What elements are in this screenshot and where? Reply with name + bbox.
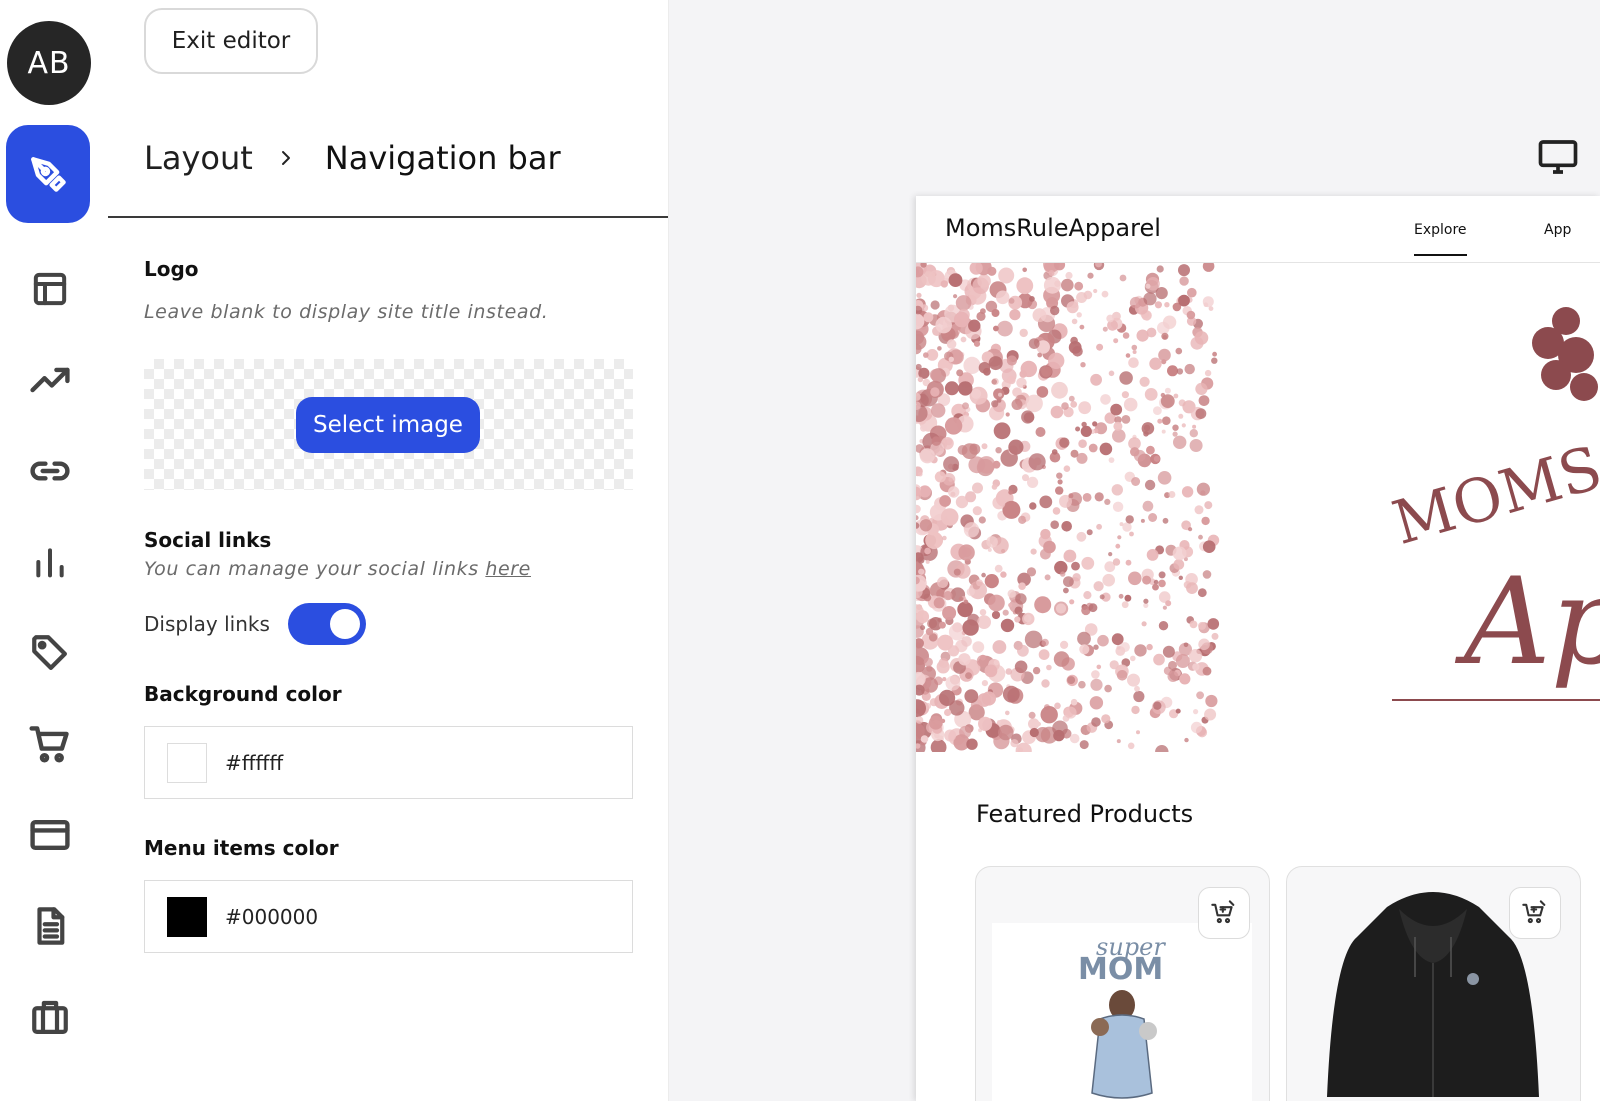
hero-text-ap: Ap bbox=[1454, 553, 1600, 692]
left-rail: AB bbox=[0, 0, 109, 1101]
add-to-cart-button[interactable] bbox=[1198, 887, 1250, 939]
link-icon bbox=[30, 461, 70, 481]
avatar[interactable]: AB bbox=[7, 21, 91, 105]
display-links-row: Display links bbox=[144, 602, 366, 646]
tag-icon bbox=[32, 635, 67, 670]
social-links-label: Social links bbox=[144, 528, 272, 552]
menu-items-color-swatch[interactable] bbox=[167, 896, 207, 937]
bar-chart-icon bbox=[36, 548, 64, 578]
desktop-preview-icon[interactable] bbox=[1538, 137, 1578, 177]
brand-logo-artwork: MOMS Ap bbox=[1385, 307, 1600, 701]
background-color-field[interactable]: #ffffff bbox=[144, 726, 633, 799]
background-color-label: Background color bbox=[144, 682, 342, 706]
editor-panel: Exit editor Layout Navigation bar Logo L… bbox=[108, 0, 669, 1101]
briefcase-icon bbox=[32, 1000, 68, 1034]
document-icon bbox=[37, 907, 65, 945]
logo-label: Logo bbox=[144, 257, 199, 281]
art-text-mom: MOM bbox=[1078, 952, 1163, 987]
rail-item-tags[interactable] bbox=[24, 627, 76, 679]
breadcrumb-layout[interactable]: Layout bbox=[144, 139, 253, 177]
display-links-label: Display links bbox=[144, 612, 270, 636]
rail-item-stats[interactable] bbox=[24, 536, 76, 588]
rail-item-design[interactable] bbox=[6, 125, 90, 223]
avatar-initials: AB bbox=[27, 45, 71, 81]
rail-item-payments[interactable] bbox=[24, 809, 76, 861]
featured-products-heading: Featured Products bbox=[976, 800, 1194, 828]
add-to-cart-button[interactable] bbox=[1509, 887, 1561, 939]
rail-item-cart[interactable] bbox=[24, 718, 76, 770]
hero-text-moms: MOMS bbox=[1385, 433, 1600, 559]
background-color-value: #ffffff bbox=[225, 750, 284, 775]
rail-item-pages[interactable] bbox=[24, 900, 76, 952]
panel-divider bbox=[108, 216, 668, 218]
rail-item-links[interactable] bbox=[24, 445, 76, 497]
menu-items-color-label: Menu items color bbox=[144, 836, 339, 860]
toggle-knob bbox=[329, 609, 360, 639]
breadcrumb-navigation-bar: Navigation bar bbox=[324, 139, 561, 177]
trending-up-icon bbox=[30, 367, 70, 393]
preview-navbar: MomsRuleApparel Explore App bbox=[916, 196, 1600, 263]
logo-hint: Leave blank to display site title instea… bbox=[144, 301, 549, 323]
rail-item-business[interactable] bbox=[24, 991, 76, 1043]
preview-site-title[interactable]: MomsRuleApparel bbox=[945, 214, 1161, 242]
display-links-toggle[interactable] bbox=[287, 603, 366, 645]
social-links-hint-text: You can manage your social links bbox=[144, 558, 479, 580]
rail-item-analytics[interactable] bbox=[24, 354, 76, 406]
product-card[interactable]: super MOM bbox=[975, 866, 1270, 1101]
pen-tool-icon bbox=[31, 157, 66, 192]
logo-dropzone[interactable]: Select image bbox=[144, 359, 633, 490]
product-card[interactable] bbox=[1286, 866, 1581, 1101]
breadcrumb: Layout Navigation bar bbox=[144, 136, 561, 180]
add-to-cart-icon bbox=[1211, 900, 1235, 924]
select-image-button[interactable]: Select image bbox=[296, 397, 480, 453]
menu-items-color-value: #000000 bbox=[225, 904, 319, 929]
exit-editor-button[interactable]: Exit editor bbox=[144, 8, 318, 74]
credit-card-icon bbox=[30, 819, 70, 851]
layout-icon bbox=[33, 272, 67, 306]
chevron-right-icon bbox=[277, 148, 297, 168]
add-to-cart-icon bbox=[1522, 900, 1546, 924]
rail-item-layout[interactable] bbox=[24, 263, 76, 315]
preview-nav-app[interactable]: App bbox=[1544, 222, 1571, 238]
shopping-cart-icon bbox=[29, 726, 69, 763]
preview-hero-banner: MOMS Ap bbox=[916, 263, 1600, 752]
social-links-here-link[interactable]: here bbox=[485, 558, 531, 580]
menu-items-color-field[interactable]: #000000 bbox=[144, 880, 633, 953]
preview-nav-explore[interactable]: Explore bbox=[1414, 222, 1467, 256]
background-color-swatch[interactable] bbox=[167, 742, 207, 783]
site-preview: MomsRuleApparel Explore App MOMS Ap Feat… bbox=[916, 196, 1600, 1101]
social-links-hint: You can manage your social links here bbox=[144, 558, 531, 580]
product-artwork-super-mom: super MOM bbox=[992, 923, 1252, 1101]
